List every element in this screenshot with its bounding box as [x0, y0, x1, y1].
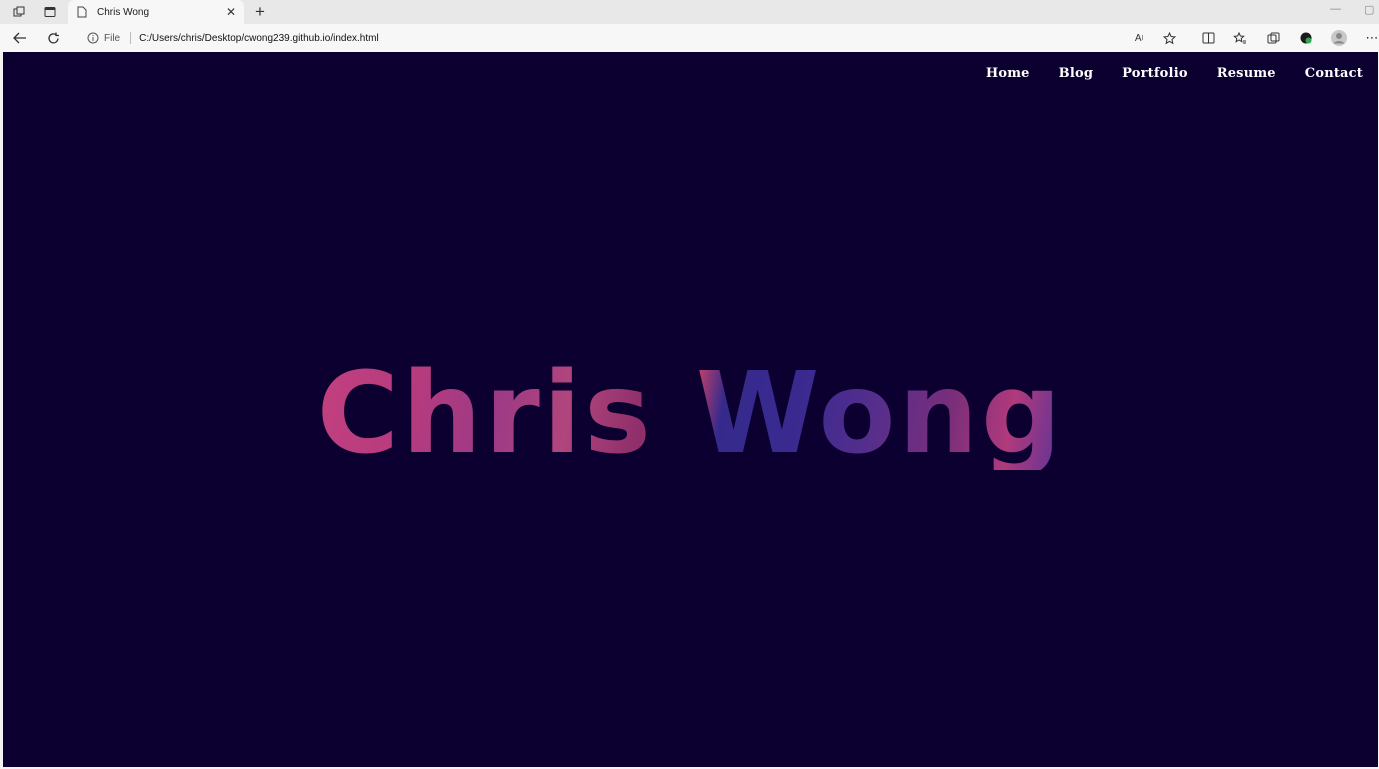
read-aloud-icon[interactable]: Aⅼ [1129, 28, 1149, 48]
page-viewport: Home Blog Portfolio Resume Contact Chris… [3, 52, 1378, 767]
hero-section: Chris Wong [3, 52, 1378, 767]
address-separator [130, 32, 132, 44]
page-icon [77, 5, 89, 19]
split-screen-icon[interactable] [1198, 28, 1218, 48]
more-menu-icon[interactable]: ⋯ [1362, 28, 1379, 48]
address-url[interactable]: C:/Users/chris/Desktop/cwong239.github.i… [139, 33, 379, 44]
info-icon[interactable] [87, 32, 99, 44]
active-tab[interactable]: Chris Wong ✕ [68, 0, 244, 24]
back-arrow-icon[interactable] [10, 28, 30, 48]
browser-toolbar: File C:/Users/chris/Desktop/cwong239.git… [0, 24, 1379, 52]
workspaces-icon[interactable] [8, 2, 30, 22]
profile-avatar-icon[interactable] [1329, 28, 1349, 48]
restore-icon[interactable]: ▢ [1364, 3, 1374, 16]
refresh-icon[interactable] [43, 28, 63, 48]
vertical-tabs-icon[interactable] [39, 2, 61, 22]
address-scheme: File [104, 32, 121, 44]
address-bar[interactable]: File C:/Users/chris/Desktop/cwong239.git… [77, 27, 1187, 49]
new-tab-icon[interactable]: + [250, 1, 270, 23]
hero-title: Chris Wong [316, 348, 1065, 479]
favorites-icon[interactable] [1230, 28, 1250, 48]
tab-strip: Chris Wong ✕ + — ▢ [0, 0, 1379, 24]
tab-title: Chris Wong [97, 6, 150, 18]
close-tab-icon[interactable]: ✕ [222, 5, 240, 19]
minimize-icon[interactable]: — [1330, 3, 1341, 15]
collections-icon[interactable] [1263, 28, 1283, 48]
extension-icon[interactable] [1296, 28, 1316, 48]
favorite-star-icon[interactable] [1159, 28, 1179, 48]
